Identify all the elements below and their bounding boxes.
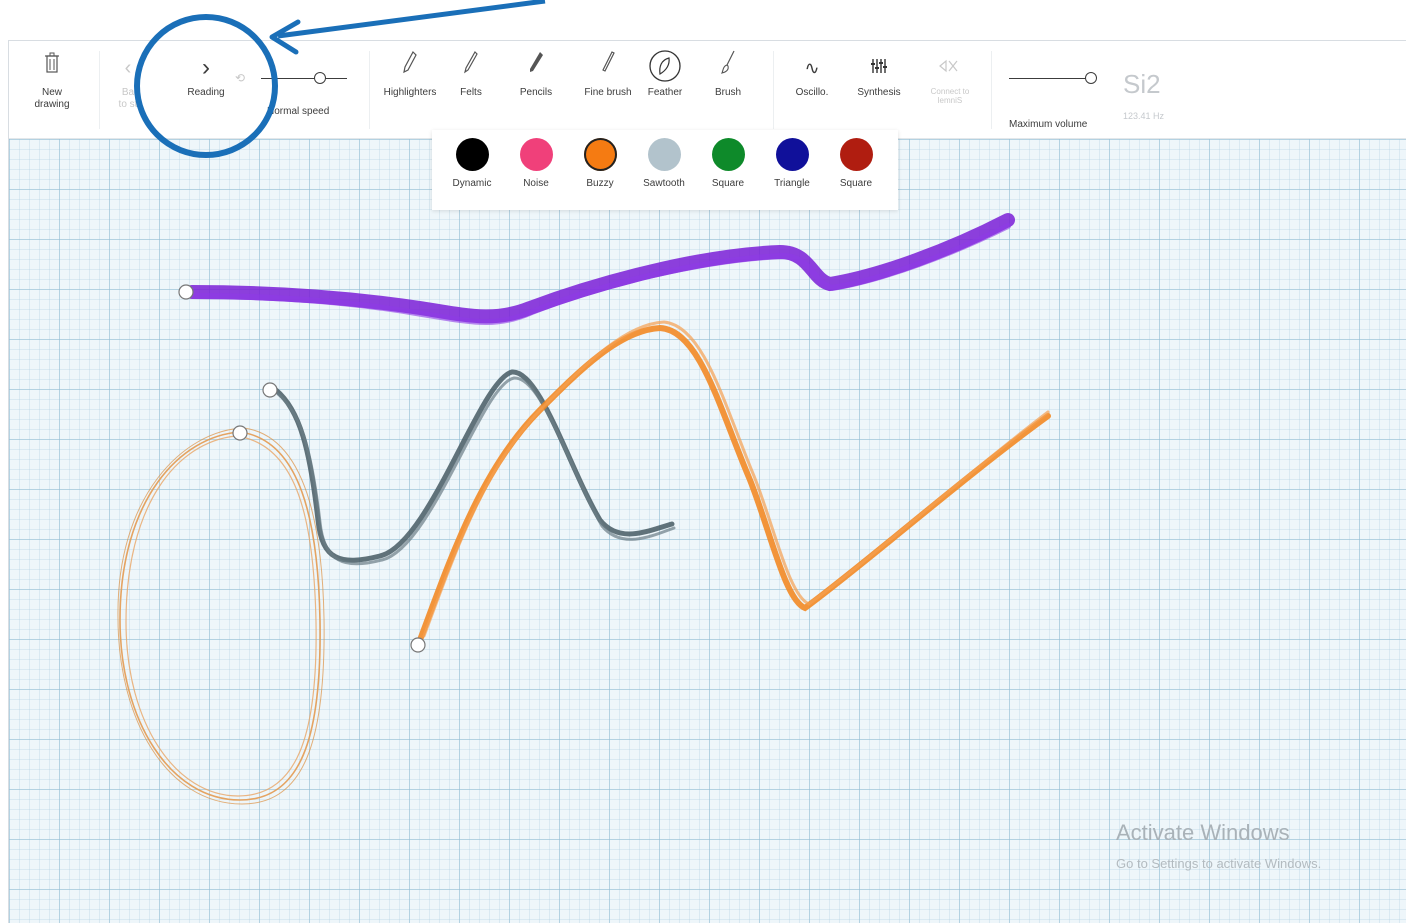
palette-item-label: Square <box>711 178 745 189</box>
color-swatch <box>839 138 873 171</box>
stroke-start-handle[interactable] <box>410 637 426 653</box>
stroke-start-handle[interactable] <box>232 425 248 441</box>
palette-item-dynamic[interactable]: Dynamic <box>440 138 504 189</box>
orange-stroke[interactable] <box>410 320 1051 653</box>
palette-item-label: Noise <box>523 178 549 189</box>
palette-item-noise[interactable]: Noise <box>504 138 568 189</box>
light-orange-loop-stroke[interactable] <box>117 425 325 805</box>
palette-item-label: Triangle <box>774 178 810 189</box>
gray-stroke[interactable] <box>262 369 676 566</box>
activate-windows-subtitle: Go to Settings to activate Windows. <box>1116 856 1322 871</box>
purple-stroke[interactable] <box>178 213 1015 326</box>
color-swatch <box>519 138 553 171</box>
palette-item-square-red[interactable]: Square <box>824 138 888 189</box>
palette-item-sawtooth[interactable]: Sawtooth <box>632 138 696 189</box>
color-swatch <box>647 138 681 171</box>
color-swatch <box>711 138 745 171</box>
palette-item-label: Buzzy <box>586 178 614 189</box>
palette-item-label: Square <box>839 178 873 189</box>
stroke-start-handle[interactable] <box>178 284 194 300</box>
sound-palette: Dynamic Noise Buzzy Sawtooth Square Tria… <box>432 130 898 210</box>
color-swatch <box>775 138 809 171</box>
color-swatch <box>455 138 489 171</box>
activate-windows-title: Activate Windows <box>1116 820 1290 845</box>
color-swatch <box>583 138 617 171</box>
palette-item-buzzy[interactable]: Buzzy <box>568 138 632 189</box>
stroke-start-handle[interactable] <box>262 382 278 398</box>
palette-item-label: Dynamic <box>452 178 492 189</box>
palette-item-square[interactable]: Square <box>696 138 760 189</box>
palette-item-label: Sawtooth <box>643 178 685 189</box>
palette-item-triangle[interactable]: Triangle <box>760 138 824 189</box>
